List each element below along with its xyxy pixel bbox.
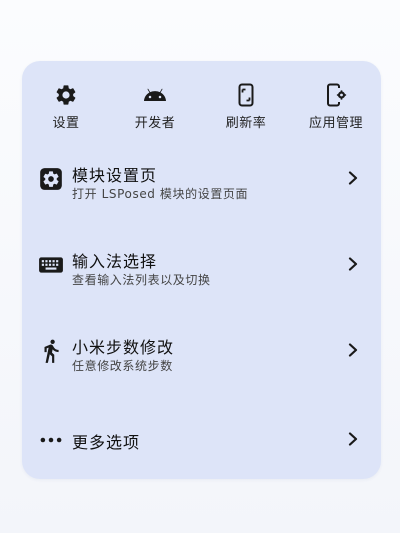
menu-item-title: 小米步数修改 xyxy=(72,338,175,357)
quick-action-refresh-rate[interactable]: 刷新率 xyxy=(201,83,291,143)
quick-action-label: 开发者 xyxy=(134,116,176,131)
phone-settings-icon xyxy=(327,83,347,107)
menu-item-subtitle: 查看输入法列表以及切换 xyxy=(72,273,211,287)
quick-action-settings[interactable]: 设置 xyxy=(21,83,111,143)
quick-menu-card: 设置 开发者 刷新率 应用管理 模块设置页 打开 LSPosed 模块的设置页面… xyxy=(22,61,381,479)
chevron-right-icon xyxy=(348,343,358,357)
module-settings-icon xyxy=(40,168,62,190)
quick-action-developer[interactable]: 开发者 xyxy=(110,83,200,143)
menu-item-title: 输入法选择 xyxy=(72,252,158,271)
quick-action-app-management[interactable]: 应用管理 xyxy=(291,83,381,143)
menu-item-xiaomi-steps[interactable]: 小米步数修改 任意修改系统步数 xyxy=(22,329,381,385)
menu-item-module-settings[interactable]: 模块设置页 打开 LSPosed 模块的设置页面 xyxy=(22,157,381,213)
menu-item-input-method[interactable]: 输入法选择 查看输入法列表以及切换 xyxy=(22,243,381,299)
chevron-right-icon xyxy=(348,432,358,446)
menu-item-title: 模块设置页 xyxy=(72,166,158,185)
chevron-right-icon xyxy=(348,171,358,185)
chevron-right-icon xyxy=(348,257,358,271)
android-icon xyxy=(144,88,166,101)
phone-refresh-icon xyxy=(238,83,254,107)
menu-item-subtitle: 任意修改系统步数 xyxy=(72,359,173,373)
more-dots-icon xyxy=(40,437,62,443)
quick-action-label: 刷新率 xyxy=(225,116,267,131)
quick-action-label: 设置 xyxy=(52,116,80,131)
gear-icon xyxy=(56,85,76,105)
quick-actions-row: 设置 开发者 刷新率 应用管理 xyxy=(22,83,381,143)
menu-item-subtitle: 打开 LSPosed 模块的设置页面 xyxy=(72,187,249,201)
menu-item-title: 更多选项 xyxy=(72,433,141,452)
walking-icon xyxy=(44,339,59,363)
keyboard-icon xyxy=(39,257,63,273)
quick-action-label: 应用管理 xyxy=(308,116,363,131)
menu-item-more-options[interactable]: 更多选项 xyxy=(22,415,381,471)
